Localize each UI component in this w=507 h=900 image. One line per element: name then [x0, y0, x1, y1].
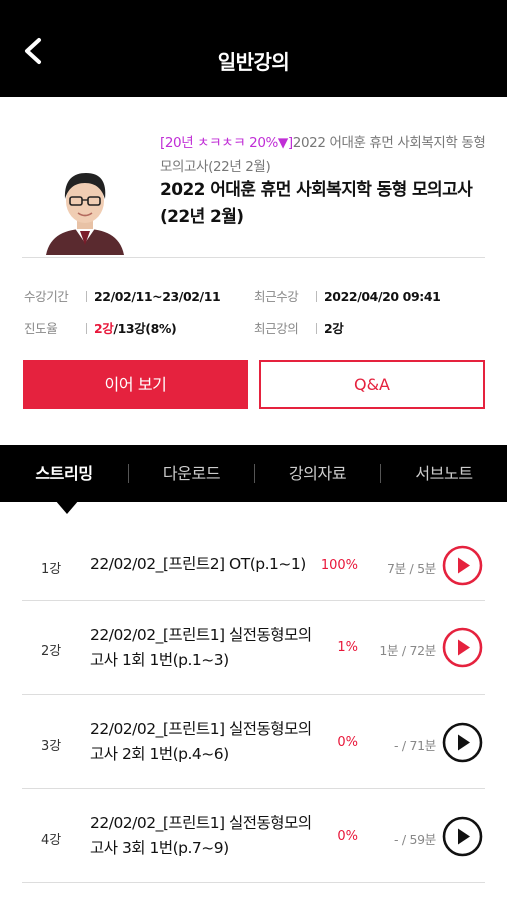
lecture-progress: 0%	[337, 829, 358, 844]
progress-label: 진도율	[24, 321, 58, 336]
progress-row: 진도율 2강/13강(8%)	[24, 318, 177, 337]
page-title: 일반강의	[217, 50, 290, 74]
row-divider	[22, 882, 485, 883]
period-value: 22/02/11~23/02/11	[94, 289, 221, 304]
course-subtitle: [20년 ㅊㅋㅊㅋ 20%▼]2022 어대훈 휴먼 사회복지학 동형 모의고사…	[160, 131, 490, 179]
tab-streaming[interactable]: 스트리밍	[0, 445, 128, 502]
instructor-photo	[44, 165, 126, 255]
recent-value: 2022/04/20 09:41	[324, 289, 441, 304]
lecture-number: 3강	[41, 739, 62, 754]
last-lecture-label: 최근강의	[254, 321, 299, 336]
qa-button[interactable]: Q&A	[259, 360, 485, 409]
lecture-time: - / 71분	[394, 738, 436, 753]
active-tab-pointer	[55, 500, 79, 514]
lecture-row[interactable]: 2강 22/02/02_[프린트1] 실전동형모의고사 1회 1번(p.1~3)…	[0, 601, 507, 695]
lecture-title[interactable]: 22/02/02_[프린트1] 실전동형모의고사 1회 1번(p.1~3)	[90, 623, 320, 673]
lecture-title[interactable]: 22/02/02_[프린트1] 실전동형모의고사 3회 1번(p.7~9)	[90, 811, 320, 861]
lecture-number: 4강	[41, 833, 62, 848]
lecture-title[interactable]: 22/02/02_[프린트1] 실전동형모의고사 2회 1번(p.4~6)	[90, 717, 320, 767]
progress-rest: /13강(8%)	[113, 321, 177, 336]
last-lecture-value: 2강	[324, 321, 344, 336]
lecture-time: 7분 / 5분	[387, 561, 436, 576]
play-icon[interactable]	[442, 722, 483, 763]
recent-label: 최근수강	[254, 289, 299, 304]
separator	[316, 291, 317, 302]
play-icon[interactable]	[442, 816, 483, 857]
lecture-time: - / 59분	[394, 832, 436, 847]
recent-row: 최근수강 2022/04/20 09:41	[254, 286, 441, 305]
play-icon[interactable]	[442, 627, 483, 668]
lecture-title[interactable]: 22/02/02_[프린트2] OT(p.1~1)	[90, 552, 320, 577]
app-header: 일반강의	[0, 0, 507, 97]
separator	[86, 323, 87, 334]
lecture-number: 2강	[41, 644, 62, 659]
tab-bar: 스트리밍 다운로드 강의자료 서브노트	[0, 445, 507, 502]
play-icon[interactable]	[442, 545, 483, 586]
lecture-number: 1강	[41, 562, 62, 577]
lecture-progress: 1%	[337, 640, 358, 655]
separator	[316, 323, 317, 334]
promo-tag: [20년 ㅊㅋㅊㅋ 20%▼]	[160, 135, 293, 151]
lecture-row[interactable]: 1강 22/02/02_[프린트2] OT(p.1~1) 100% 7분 / 5…	[0, 530, 507, 600]
period-label: 수강기간	[24, 289, 69, 304]
tab-subnote[interactable]: 서브노트	[381, 445, 507, 502]
divider	[22, 257, 485, 258]
lecture-row[interactable]: 4강 22/02/02_[프린트1] 실전동형모의고사 3회 1번(p.7~9)…	[0, 789, 507, 883]
period-row: 수강기간 22/02/11~23/02/11	[24, 286, 221, 305]
course-title: 2022 어대훈 휴먼 사회복지학 동형 모의고사(22년 2월)	[160, 180, 473, 227]
lecture-progress: 0%	[337, 735, 358, 750]
course-info-panel: [20년 ㅊㅋㅊㅋ 20%▼] 2022 어대훈 휴먼 사회복지학 동형 모의고사…	[0, 97, 507, 445]
last-lecture-row: 최근강의 2강	[254, 318, 344, 337]
separator	[86, 291, 87, 302]
continue-watching-button[interactable]: 이어 보기	[23, 360, 248, 409]
tab-download[interactable]: 다운로드	[129, 445, 254, 502]
tab-materials[interactable]: 강의자료	[255, 445, 380, 502]
lecture-row[interactable]: 3강 22/02/02_[프린트1] 실전동형모의고사 2회 1번(p.4~6)…	[0, 695, 507, 789]
lecture-progress: 100%	[320, 558, 358, 573]
lecture-time: 1분 / 72분	[379, 643, 436, 658]
progress-done: 2강	[94, 321, 114, 336]
